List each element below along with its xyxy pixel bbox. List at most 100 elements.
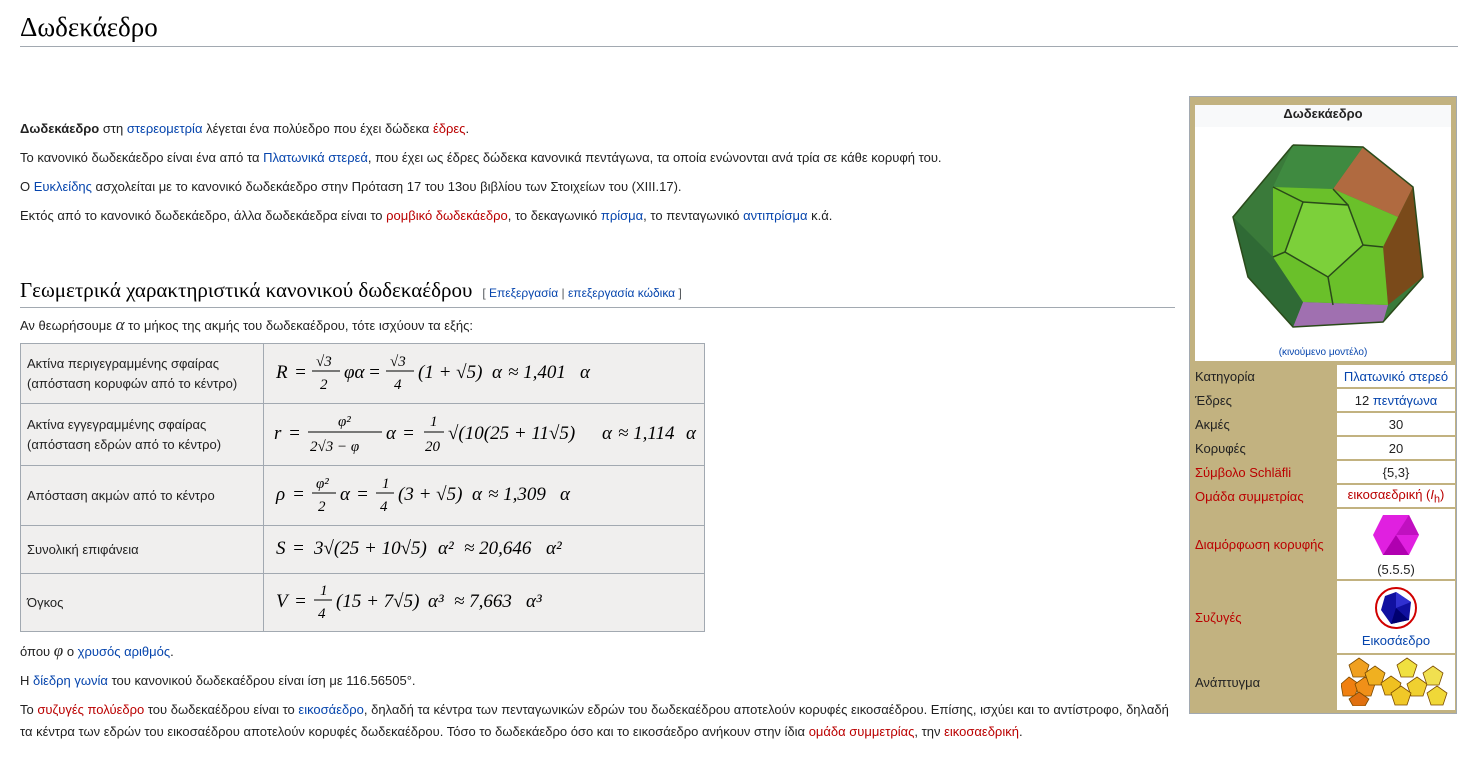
link-dual-polyhedron[interactable]: συζυγές πολύεδρο: [37, 702, 144, 717]
link-icosahedral[interactable]: εικοσαεδρική: [944, 724, 1019, 739]
svg-text:4: 4: [318, 606, 326, 622]
vertex-figure-icon: [1373, 515, 1419, 555]
intro-paragraph-3: Ο Ευκλείδης ασχολείται με το κανονικό δω…: [20, 176, 1175, 198]
row-label: Ακτίνα εγγεγραμμένης σφαίρας (απόσταση ε…: [20, 403, 264, 466]
row-label: Όγκος: [20, 573, 264, 632]
svg-text:α³: α³: [526, 591, 542, 612]
svg-text:α: α: [560, 484, 571, 505]
net-image: [1340, 657, 1448, 707]
intro-paragraph-4: Εκτός από το κανονικό δωδεκάεδρο, άλλα δ…: [20, 205, 1175, 227]
svg-text:V: V: [276, 591, 290, 612]
svg-text:φ²: φ²: [338, 414, 351, 430]
link-icosahedron-ib[interactable]: Εικοσάεδρο: [1362, 633, 1430, 648]
infobox-row: Ακμές 30: [1193, 413, 1455, 435]
link-pentagons[interactable]: πεντάγωνα: [1373, 393, 1437, 408]
formula-circumradius: R = √3 2 φα = √3 4 (1 + √5) α ≈ 1,401 α: [263, 343, 705, 404]
article-content: Δωδεκάεδρο στη στερεομετρία λέγεται ένα …: [20, 118, 1175, 750]
dodecahedron-image[interactable]: [1195, 127, 1451, 347]
edit-source-link[interactable]: επεξεργασία κώδικα: [568, 286, 675, 300]
text: .: [170, 644, 174, 659]
page-title: Δωδεκάεδρο: [20, 12, 1458, 47]
animated-model-link[interactable]: (κινούμενο μοντέλο): [1279, 347, 1368, 358]
term-bold: Δωδεκάεδρο: [20, 121, 100, 136]
svg-text:=: =: [294, 591, 307, 612]
icosahedron-dual-icon: [1375, 587, 1417, 629]
text: Αν θεωρήσουμε: [20, 318, 116, 333]
svg-text:1: 1: [320, 583, 328, 599]
link-platonic-solids[interactable]: Πλατωνικά στερεά: [263, 150, 368, 165]
link-antiprism[interactable]: αντιπρίσμα: [743, 208, 807, 223]
infobox-row: Κορυφές 20: [1193, 437, 1455, 459]
svg-text:≈ 20,646: ≈ 20,646: [464, 538, 532, 559]
link-vertex-figure[interactable]: Διαμόρφωση κορυφής: [1195, 537, 1324, 552]
svg-text:√3: √3: [316, 354, 332, 370]
text: Το: [20, 702, 38, 717]
svg-text:φ²: φ²: [316, 476, 329, 492]
link-dual[interactable]: Συζυγές: [1195, 610, 1242, 625]
table-row: Ακτίνα εγγεγραμμένης σφαίρας (απόσταση ε…: [20, 403, 705, 466]
svg-text:R: R: [275, 362, 288, 383]
link-symmetry-group[interactable]: ομάδα συμμετρίας: [809, 724, 915, 739]
intro-paragraph-2: Το κανονικό δωδεκάεδρο είναι ένα από τα …: [20, 147, 1175, 169]
link-euclid[interactable]: Ευκλείδης: [34, 179, 92, 194]
svg-text:≈ 7,663: ≈ 7,663: [454, 591, 512, 612]
text: το μήκος της ακμής του δωδεκαέδρου, τότε…: [124, 318, 473, 333]
svg-text:α²: α²: [438, 538, 454, 559]
section-lead: Αν θεωρήσουμε α το μήκος της ακμής του δ…: [20, 314, 1175, 337]
link-rhombic-dodecahedron[interactable]: ρομβικό δωδεκάεδρο: [386, 208, 508, 223]
infobox-value: 12 πεντάγωνα: [1337, 389, 1455, 411]
infobox-key: Κορυφές: [1195, 440, 1246, 456]
svg-text:1: 1: [430, 414, 438, 430]
infobox-value: Πλατωνικό στερεό: [1337, 365, 1455, 387]
infobox-key: Ομάδα συμμετρίας: [1193, 485, 1337, 507]
infobox-title: Δωδεκάεδρο: [1195, 105, 1451, 127]
infobox-key: Έδρες: [1195, 392, 1232, 408]
text: του δωδεκαέδρου είναι το: [144, 702, 299, 717]
separator: |: [558, 286, 568, 300]
table-row: Ακτίνα περιγεγραμμένης σφαίρας (απόσταση…: [20, 343, 705, 404]
text: λέγεται ένα πολύεδρο που έχει δώδεκα: [202, 121, 433, 136]
formula-inradius-image: r = φ²2√3 − φ α = 120 √(10(25 + 11√5) α ≈ 1,…: [274, 414, 697, 455]
svg-text:≈ 1,401: ≈ 1,401: [508, 362, 566, 383]
text: Ο: [20, 179, 34, 194]
infobox-key: Διαμόρφωση κορυφής: [1193, 509, 1337, 579]
infobox-value: 20: [1337, 437, 1455, 459]
infobox: Δωδεκάεδρο (κινούμενο μοντέλο) Κατηγορία…: [1189, 96, 1457, 714]
formula-surface-area-image: S = 3√(25 + 10√5) α² ≈ 20,646 α²: [276, 538, 562, 559]
infobox-row: Κατηγορία Πλατωνικό στερεό: [1193, 365, 1455, 387]
svg-text:α: α: [686, 423, 697, 444]
table-row: Συνολική επιφάνεια S = 3√(25 + 10√5) α² ≈ 2…: [20, 525, 705, 574]
text: ): [1440, 486, 1445, 502]
edit-section-links: [ Επεξεργασία | επεξεργασία κώδικα ]: [482, 286, 681, 300]
svg-text:≈ 1,114: ≈ 1,114: [618, 423, 675, 444]
link-platonic-solid[interactable]: Πλατωνικό στερεό: [1344, 369, 1448, 384]
svg-text:20: 20: [425, 439, 441, 455]
infobox-value: (5.5.5): [1337, 509, 1455, 579]
svg-text:√3: √3: [390, 354, 406, 370]
formula-volume-image: V = 1 4 (15 + 7√5) α³ ≈ 7,663 α³: [276, 583, 542, 622]
svg-text:2: 2: [320, 377, 328, 393]
link-prism[interactable]: πρίσμα: [601, 208, 643, 223]
edit-link[interactable]: Επεξεργασία: [489, 286, 558, 300]
svg-text:α: α: [602, 423, 613, 444]
infobox-row: Συζυγές Εικοσάεδρο: [1193, 581, 1455, 653]
link-icosahedron[interactable]: εικοσάεδρο: [298, 702, 363, 717]
svg-text:(1 + √5): (1 + √5): [418, 362, 482, 383]
infobox-caption: (κινούμενο μοντέλο): [1195, 347, 1451, 361]
formula-surface-area: S = 3√(25 + 10√5) α² ≈ 20,646 α²: [263, 525, 705, 574]
text: , το πενταγωνικό: [643, 208, 744, 223]
svg-text:=: =: [288, 423, 301, 444]
formula-midradius-image: ρ = φ²2 α = 14 (3 + √5) α ≈ 1,309 α: [275, 476, 571, 515]
formula-circumradius-image: R = √32 φα = √34 (1 + √5) α ≈ 1,401 α: [275, 354, 591, 393]
link-faces[interactable]: έδρες: [433, 121, 466, 136]
link-stereometry[interactable]: στερεομετρία: [127, 121, 203, 136]
link-dihedral-angle[interactable]: δίεδρη γωνία: [33, 673, 108, 688]
link-icosahedral-ib[interactable]: εικοσαεδρική (Ih): [1348, 486, 1445, 506]
svg-text:=: =: [294, 362, 307, 383]
text: 12: [1354, 392, 1373, 408]
link-golden-ratio[interactable]: χρυσός αριθμός: [78, 644, 170, 659]
link-symmetry-group-ib[interactable]: Ομάδα συμμετρίας: [1195, 489, 1304, 504]
svg-text:S: S: [276, 538, 286, 559]
link-schlafli-symbol[interactable]: Σύμβολο Schläfli: [1195, 465, 1291, 480]
svg-text:=: =: [292, 484, 305, 505]
